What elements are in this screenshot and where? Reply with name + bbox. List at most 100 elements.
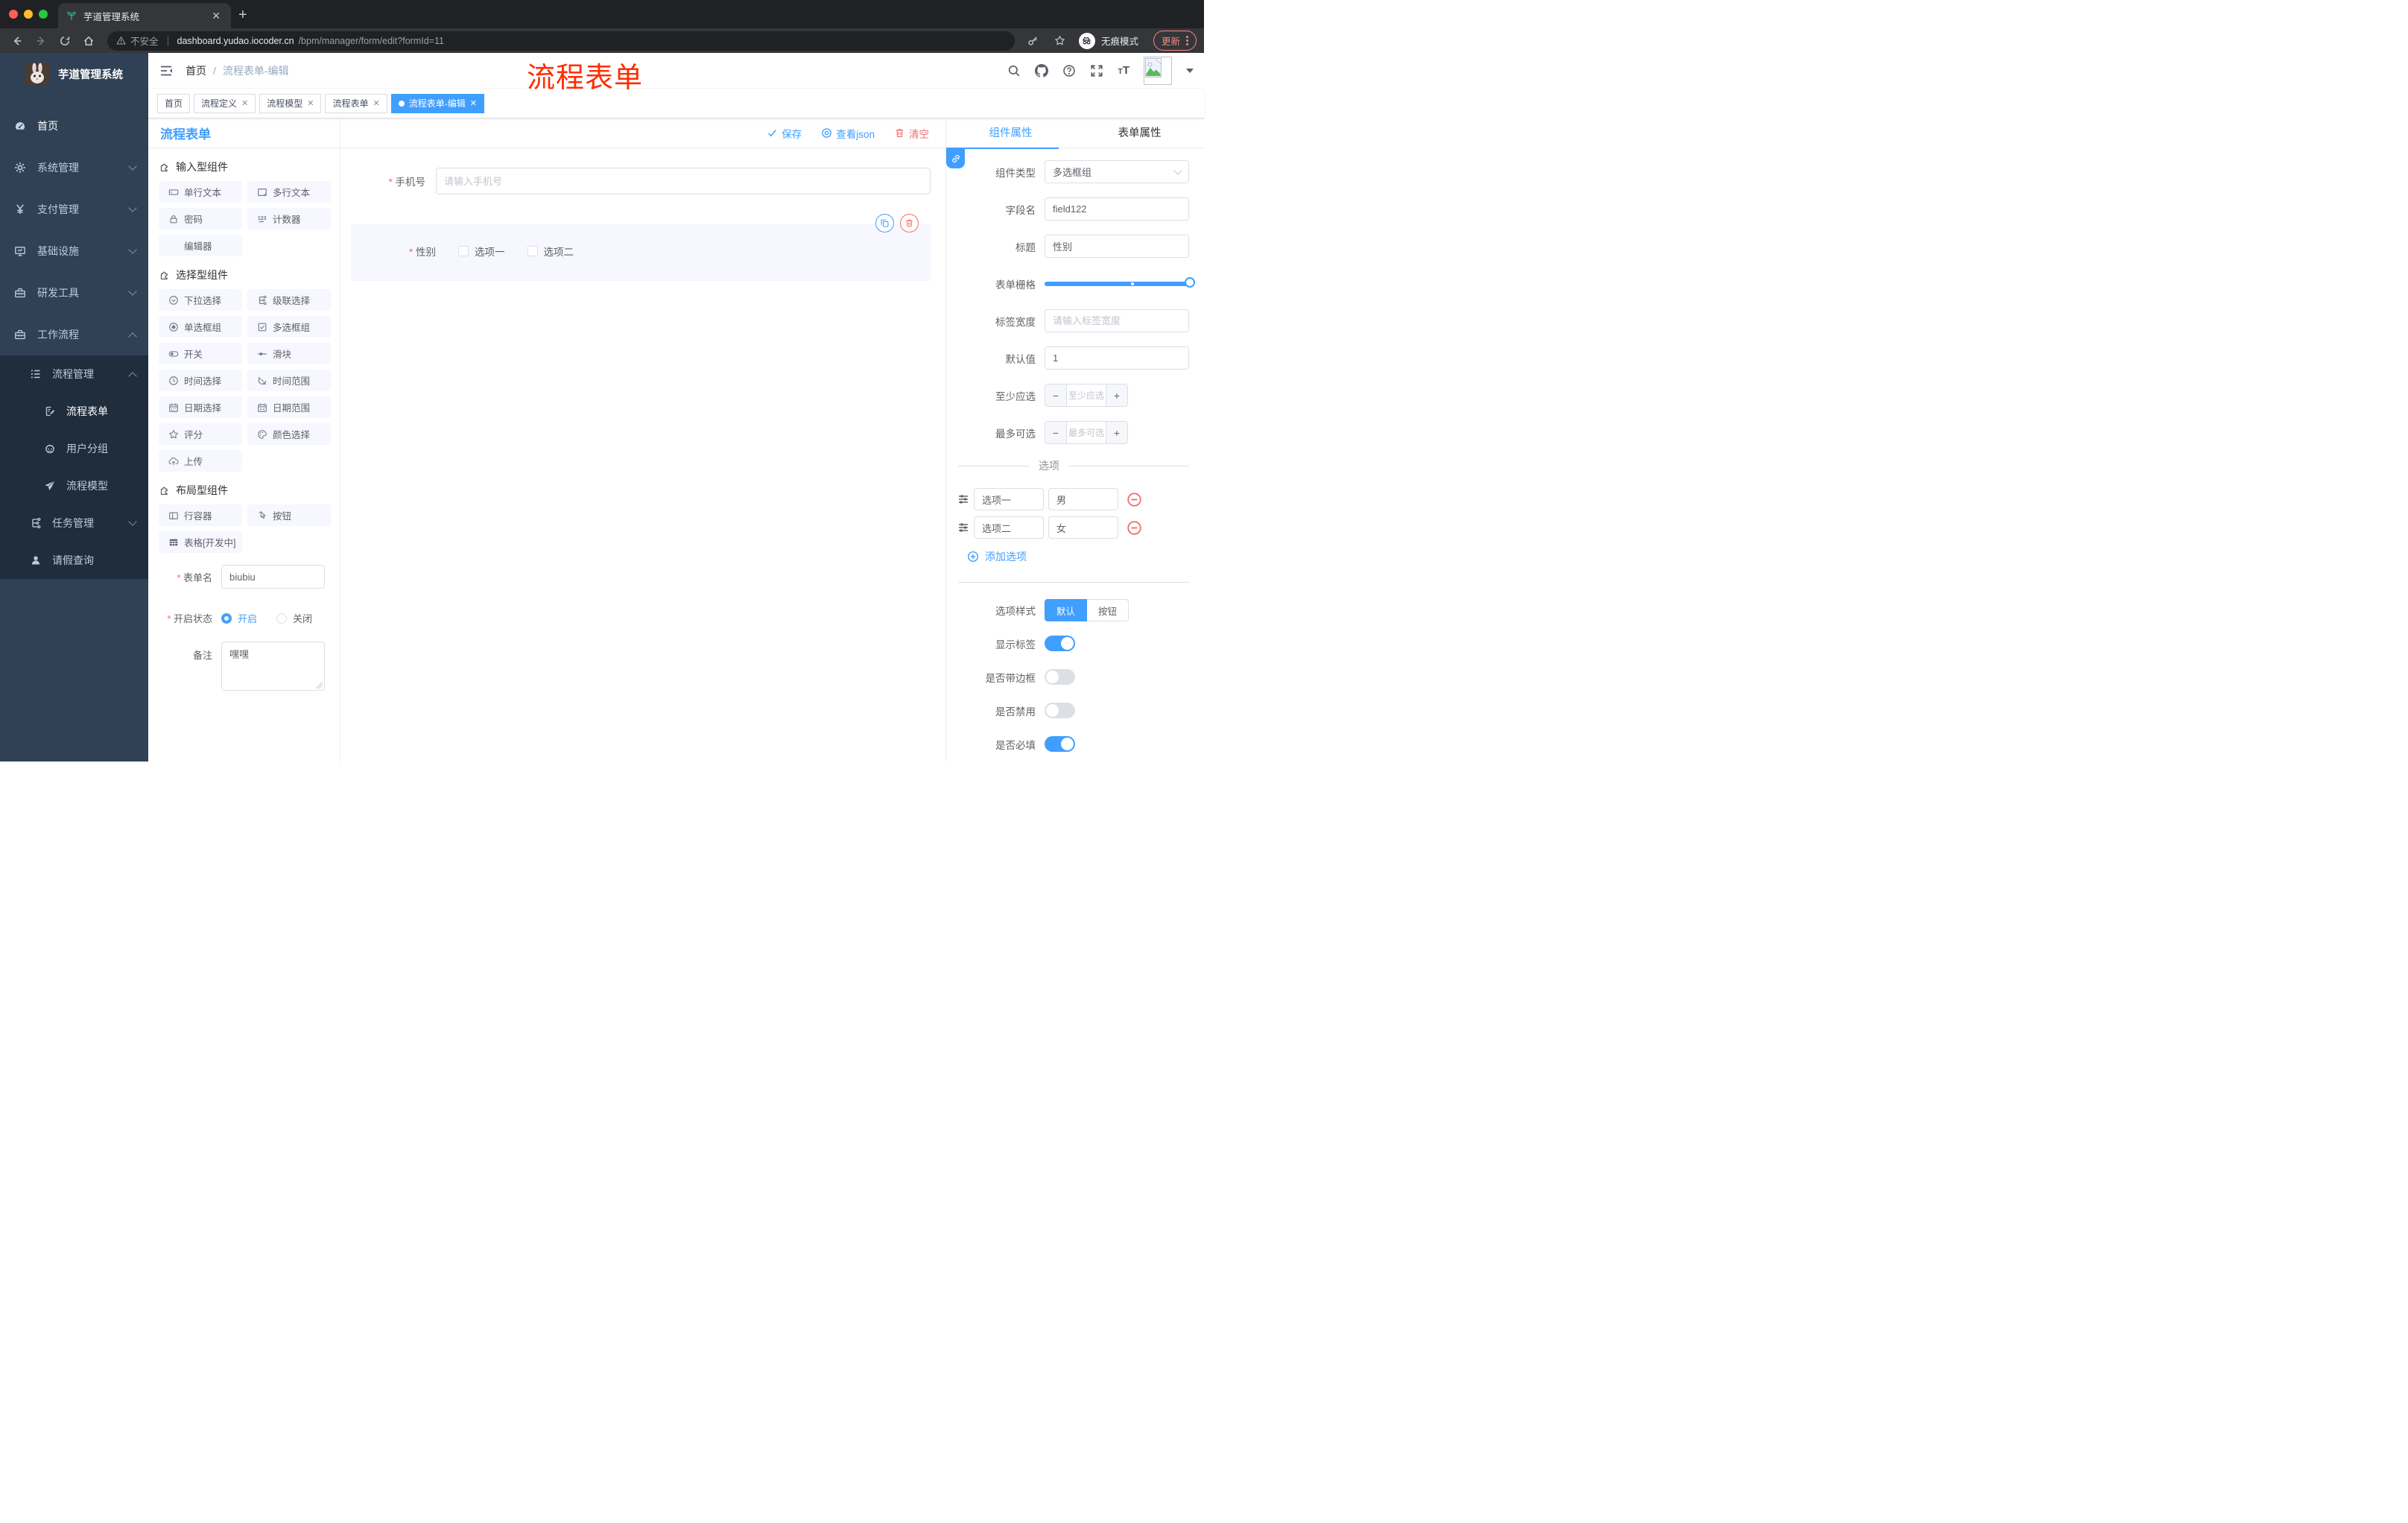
new-tab-button[interactable]: + (238, 7, 247, 28)
plus-button[interactable]: + (1106, 422, 1127, 443)
disabled-toggle[interactable] (1045, 703, 1075, 718)
window-controls[interactable] (9, 10, 48, 19)
checkbox[interactable] (458, 246, 469, 256)
field-name-input[interactable] (1045, 197, 1189, 221)
add-option-button[interactable]: 添加选项 (967, 549, 1204, 564)
drawer-link-handle[interactable] (946, 148, 965, 168)
max-select-value[interactable]: 最多可选 (1067, 422, 1106, 443)
component-date-range[interactable]: 日期范围 (247, 396, 331, 418)
component-select[interactable]: 下拉选择 (159, 289, 242, 311)
tag-process-form[interactable]: 流程表单 ✕ (325, 93, 387, 113)
label-width-input[interactable] (1045, 309, 1189, 332)
save-button[interactable]: 保存 (767, 126, 802, 141)
remove-option-icon[interactable] (1127, 492, 1142, 507)
component-switch[interactable]: 开关 (159, 343, 242, 364)
sidebar-item-leave-query[interactable]: 请假查询 (0, 542, 148, 579)
bordered-toggle[interactable] (1045, 669, 1075, 685)
phone-input[interactable] (436, 168, 931, 194)
forward-icon[interactable] (31, 31, 51, 51)
canvas-field-phone[interactable]: 手机号 (351, 168, 931, 194)
drag-handle-icon[interactable] (957, 522, 969, 533)
default-value-input[interactable] (1045, 346, 1189, 370)
component-multi-text[interactable]: 多行文本 (247, 181, 331, 203)
sidebar-item-process-model[interactable]: 流程模型 (0, 467, 148, 504)
component-time-picker[interactable]: 时间选择 (159, 370, 242, 391)
show-label-toggle[interactable] (1045, 636, 1075, 651)
component-single-text[interactable]: 单行文本 (159, 181, 242, 203)
close-window-button[interactable] (9, 10, 18, 19)
style-button-button[interactable]: 按钮 (1087, 599, 1129, 621)
sidebar-item-home[interactable]: 首页 (0, 105, 148, 147)
component-rate[interactable]: 评分 (159, 423, 242, 445)
gender-option-1-checkbox[interactable]: 选项一 (458, 244, 505, 259)
component-table[interactable]: 表格[开发中] (159, 531, 242, 553)
status-off-radio[interactable]: 关闭 (276, 611, 312, 625)
font-size-icon[interactable]: TT (1118, 64, 1129, 77)
style-default-button[interactable]: 默认 (1045, 599, 1088, 621)
avatar[interactable] (1144, 56, 1172, 85)
reload-icon[interactable] (55, 31, 75, 51)
tag-process-form-edit[interactable]: 流程表单-编辑 ✕ (390, 93, 484, 113)
address-bar[interactable]: 不安全 dashboard.yudao.iocoder.cn/bpm/manag… (107, 31, 1015, 51)
option-1-value-input[interactable] (1048, 488, 1118, 510)
slider-handle[interactable] (1185, 276, 1195, 288)
password-key-icon[interactable] (1024, 31, 1043, 51)
checkbox[interactable] (527, 246, 538, 256)
sidebar-item-system[interactable]: 系统管理 (0, 147, 148, 189)
remark-textarea[interactable]: 嘿嘿 (221, 642, 325, 691)
close-icon[interactable]: ✕ (241, 98, 248, 108)
sidebar-item-task-mgmt[interactable]: 任务管理 (0, 504, 148, 542)
option-1-label-input[interactable] (974, 488, 1044, 510)
drag-handle-icon[interactable] (957, 493, 969, 505)
tab-close-icon[interactable]: ✕ (209, 9, 224, 22)
chrome-update-button[interactable]: 更新 (1153, 31, 1197, 51)
component-upload[interactable]: 上传 (159, 450, 242, 472)
sidebar-item-workflow[interactable]: 工作流程 (0, 314, 148, 355)
component-row-container[interactable]: 行容器 (159, 504, 242, 526)
close-icon[interactable]: ✕ (373, 98, 380, 108)
component-checkbox-group[interactable]: 多选框组 (247, 316, 331, 338)
tab-form-props[interactable]: 表单属性 (1075, 118, 1204, 148)
component-radio-group[interactable]: 单选框组 (159, 316, 242, 338)
max-select-stepper[interactable]: − 最多可选 + (1045, 421, 1128, 444)
sidebar-item-user-group[interactable]: 用户分组 (0, 430, 148, 467)
remove-option-icon[interactable] (1127, 520, 1142, 536)
browser-menu-icon[interactable] (1186, 36, 1188, 45)
component-color-picker[interactable]: 颜色选择 (247, 423, 331, 445)
component-editor[interactable]: 编辑器 (159, 235, 242, 256)
view-json-button[interactable]: 查看json (821, 126, 875, 141)
close-icon[interactable]: ✕ (470, 98, 477, 108)
component-date-picker[interactable]: 日期选择 (159, 396, 242, 418)
component-counter[interactable]: 计数器 (247, 208, 331, 229)
search-icon[interactable] (1007, 64, 1021, 77)
tag-process-definition[interactable]: 流程定义 ✕ (194, 93, 256, 113)
minus-button[interactable]: − (1045, 384, 1067, 406)
delete-field-button[interactable] (900, 214, 919, 232)
avatar-caret-icon[interactable] (1186, 68, 1194, 77)
close-icon[interactable]: ✕ (307, 98, 314, 108)
status-on-radio[interactable]: 开启 (221, 611, 257, 625)
form-name-input[interactable] (221, 565, 325, 589)
plus-button[interactable]: + (1106, 384, 1127, 406)
option-2-value-input[interactable] (1048, 516, 1118, 539)
browser-tab[interactable]: 芋道管理系统 ✕ (58, 3, 231, 28)
tab-component-props[interactable]: 组件属性 (946, 118, 1075, 148)
component-type-select[interactable]: 多选框组 (1045, 160, 1189, 183)
bookmark-star-icon[interactable] (1051, 31, 1070, 51)
min-select-stepper[interactable]: − 至少应选 + (1045, 384, 1128, 407)
duplicate-field-button[interactable] (875, 214, 894, 232)
sidebar-item-pay[interactable]: 支付管理 (0, 189, 148, 230)
option-2-label-input[interactable] (974, 516, 1044, 539)
component-time-range[interactable]: 时间范围 (247, 370, 331, 391)
component-slider[interactable]: 滑块 (247, 343, 331, 364)
tag-home[interactable]: 首页 (157, 93, 191, 113)
clear-button[interactable]: 清空 (894, 126, 929, 141)
home-icon[interactable] (79, 31, 98, 51)
security-label[interactable]: 不安全 (130, 34, 159, 48)
minimize-window-button[interactable] (24, 10, 33, 19)
gender-option-2-checkbox[interactable]: 选项二 (527, 244, 574, 259)
grid-slider[interactable] (1045, 272, 1195, 295)
github-icon[interactable] (1035, 64, 1048, 77)
canvas-field-gender-selected[interactable]: 性别 选项一 选项二 (351, 214, 931, 281)
fullscreen-icon[interactable] (1090, 64, 1103, 77)
